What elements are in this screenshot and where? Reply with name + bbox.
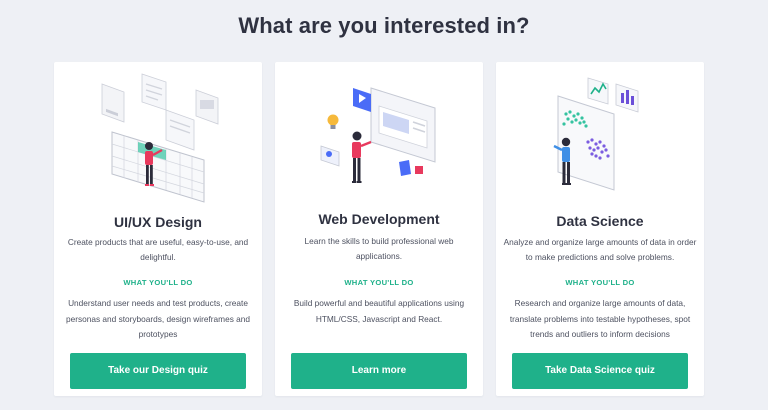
card-description: Create products that are useful, easy-to…: [67, 237, 249, 262]
card-subheading: WHAT YOU'LL DO: [344, 278, 414, 287]
data-science-illustration-icon: [496, 62, 704, 212]
card-description: Analyze and organize large amounts of da…: [503, 237, 697, 262]
card-detail: Research and organize large amounts of d…: [509, 298, 691, 339]
take-design-quiz-button[interactable]: Take our Design quiz: [70, 353, 246, 389]
card-web-development: Web Development Learn the skills to buil…: [275, 62, 483, 396]
card-detail: Understand user needs and test products,…: [65, 298, 250, 339]
learn-more-button[interactable]: Learn more: [291, 353, 467, 389]
card-description: Learn the skills to build professional w…: [304, 236, 454, 261]
card-data-science: Data Science Analyze and organize large …: [496, 62, 704, 396]
ui-ux-design-illustration-icon: [54, 62, 262, 212]
card-title: Data Science: [556, 213, 644, 229]
card-subheading: WHAT YOU'LL DO: [565, 278, 635, 287]
take-data-science-quiz-button[interactable]: Take Data Science quiz: [512, 353, 688, 389]
card-detail: Build powerful and beautiful application…: [293, 298, 465, 324]
card-title: Web Development: [318, 211, 440, 227]
card-title: UI/UX Design: [114, 214, 202, 230]
card-subheading: WHAT YOU'LL DO: [123, 278, 193, 287]
page-title: What are you interested in?: [238, 13, 530, 38]
card-ui-ux-design: UI/UX Design Create products that are us…: [54, 62, 262, 396]
web-development-illustration-icon: [275, 62, 483, 212]
